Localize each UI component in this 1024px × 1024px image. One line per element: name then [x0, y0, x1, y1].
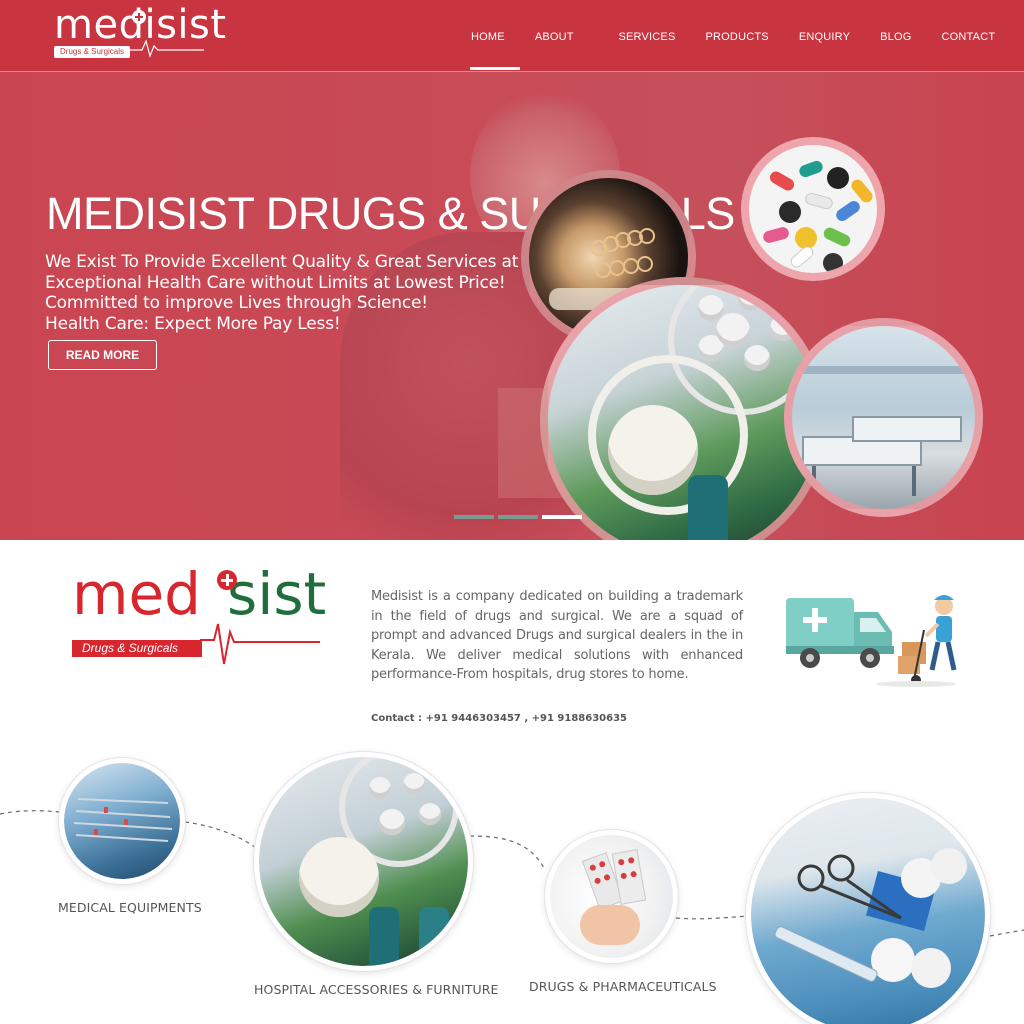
hero-slider: MEDISIST DRUGS & SURGICALS We Exist To P…	[0, 72, 1024, 540]
category-label[interactable]: HOSPITAL ACCESSORIES & FURNITURE	[254, 982, 498, 997]
pills-image	[741, 137, 885, 281]
nav-enquiry[interactable]: ENQUIRY	[784, 0, 865, 72]
logo-large-wordmark: med sist	[72, 560, 326, 628]
medical-cross-icon	[217, 570, 237, 590]
heartbeat-icon	[124, 39, 204, 58]
read-more-button[interactable]: READ MORE	[48, 340, 157, 370]
category-medical-equipments-image[interactable]	[59, 758, 185, 884]
logo-large-tagline: Drugs & Surgicals	[72, 640, 202, 657]
slider-dot-3[interactable]	[542, 515, 582, 519]
delivery-truck-icon	[786, 595, 957, 687]
medical-cross-icon	[132, 10, 146, 24]
slider-dot-2[interactable]	[498, 515, 538, 519]
heartbeat-icon	[200, 623, 320, 665]
nav-products[interactable]: PRODUCTS	[690, 0, 783, 72]
hospital-ward-image	[784, 318, 983, 517]
main-nav: HOME ABOUT US SERVICES PRODUCTS ENQUIRY …	[456, 0, 1024, 117]
category-label[interactable]: DRUGS & PHARMACEUTICALS	[529, 979, 717, 994]
nav-blog[interactable]: BLOG	[865, 0, 926, 72]
nav-contact-us[interactable]: CONTACT US	[927, 0, 1024, 117]
slider-indicators	[454, 515, 582, 519]
medisist-logo-large: med sist Drugs & Surgicals	[72, 560, 342, 675]
nav-services[interactable]: SERVICES	[603, 0, 690, 72]
category-drugs-image[interactable]	[545, 830, 678, 963]
logo-large-left: med	[72, 560, 201, 628]
nav-about-us[interactable]: ABOUT US	[520, 0, 604, 117]
logo-large-right: sist	[227, 560, 327, 628]
category-hospital-accessories-image[interactable]	[254, 752, 473, 971]
slider-dot-1[interactable]	[454, 515, 494, 519]
nav-home[interactable]: HOME	[456, 0, 520, 72]
contact-phone: Contact : +91 9446303457 , +91 918863063…	[371, 713, 628, 724]
site-header: medisist Drugs & Surgicals HOME ABOUT US…	[0, 0, 1024, 117]
category-label[interactable]: MEDICAL EQUIPMENTS	[58, 900, 202, 915]
category-surgical-supplies-image[interactable]	[746, 793, 990, 1024]
site-logo[interactable]: medisist Drugs & Surgicals	[54, 2, 226, 66]
logo-tagline: Drugs & Surgicals	[54, 46, 131, 58]
about-description: Medisist is a company dedicated on build…	[371, 589, 743, 683]
